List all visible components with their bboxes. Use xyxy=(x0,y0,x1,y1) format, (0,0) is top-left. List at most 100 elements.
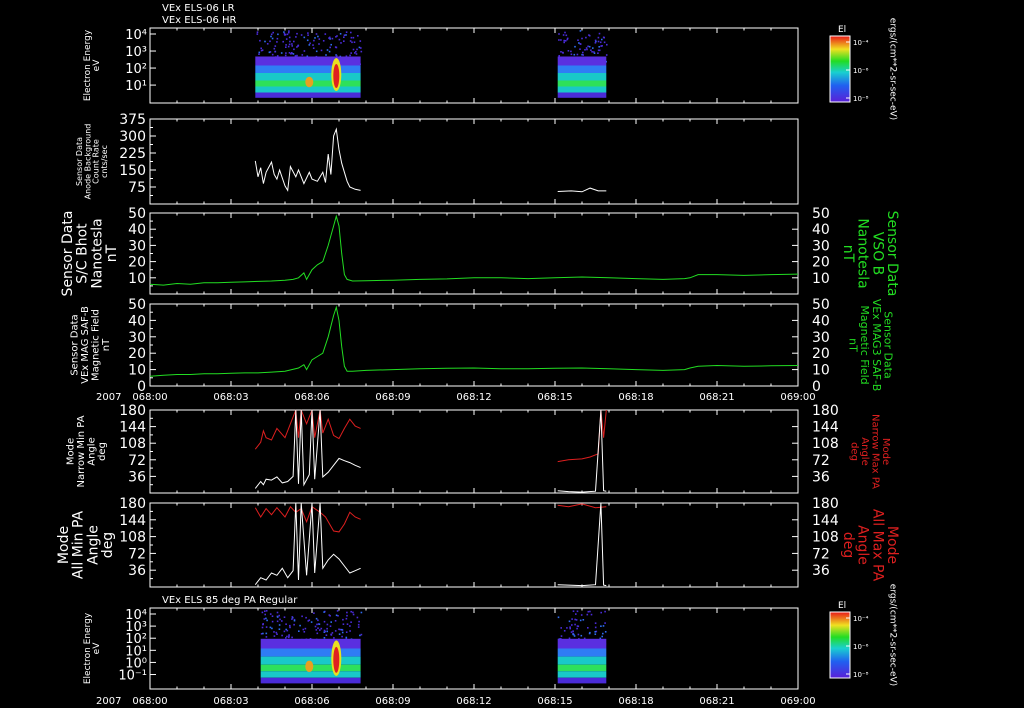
els_spectrogram_85-speckle xyxy=(315,617,318,620)
els_spectrogram_85-speckle xyxy=(262,623,264,625)
els_spectrogram-speckle xyxy=(352,36,355,39)
colorbar-unit-1-line: ergs/(cm**2-sr-sec-eV) xyxy=(888,584,898,686)
count_rate-ytick-label: 300 xyxy=(119,129,146,145)
els_spectrogram-speckle xyxy=(271,37,274,40)
bmag_vso-right-label-line: Sensor Data xyxy=(884,211,900,297)
els_spectrogram_85-speckle xyxy=(571,624,573,626)
els_spectrogram-speckle xyxy=(312,47,315,49)
els_spectrogram-speckle xyxy=(292,53,295,55)
els_spectrogram-speckle xyxy=(561,51,564,54)
time-tick-label-bottom: 068:15 xyxy=(537,696,572,707)
els_spectrogram-speckle xyxy=(272,31,274,34)
bmag_vso-right-label-line: nT xyxy=(840,245,856,263)
els_spectrogram_85-speckle xyxy=(360,611,363,614)
time-tick-label-mid: 068:06 xyxy=(294,392,329,403)
els_spectrogram_85-speckle xyxy=(278,614,280,617)
els_spectrogram_85-speckle xyxy=(352,613,355,616)
els_spectrogram_85-speckle xyxy=(334,630,337,632)
pa_narrow-right-label-line: deg xyxy=(848,442,859,461)
els_spectrogram_85-speckle xyxy=(265,632,268,635)
els_spectrogram_85-speckle xyxy=(600,611,602,614)
els_spectrogram-speckle xyxy=(356,48,358,51)
els_spectrogram-speckle xyxy=(565,34,568,37)
els_spectrogram-ytick-label: 10¹ xyxy=(125,79,147,94)
els_spectrogram_85-ytick-label: 10⁻¹ xyxy=(118,669,147,684)
els_spectrogram-speckle xyxy=(602,36,605,39)
els_spectrogram-band-4 xyxy=(557,86,607,93)
els_spectrogram-speckle xyxy=(564,40,567,42)
els_spectrogram-speckle xyxy=(594,42,597,44)
time-tick-label-mid: 068:18 xyxy=(618,392,653,403)
els_spectrogram-speckle xyxy=(577,39,579,41)
pa_narrow-ytick-label-right: 108 xyxy=(812,436,839,452)
els_spectrogram-hot-spot xyxy=(305,76,314,88)
time-tick-label-mid: 068:09 xyxy=(375,392,410,403)
els_spectrogram_85-speckle xyxy=(573,635,576,637)
els_spectrogram-band-5 xyxy=(255,92,361,98)
els_spectrogram_85-speckle xyxy=(339,628,342,631)
els_spectrogram_85-speckle xyxy=(560,627,562,629)
els_spectrogram-ytick-label: 10³ xyxy=(125,45,147,60)
els_spectrogram_85-speckle xyxy=(576,610,579,613)
els_spectrogram-speckle xyxy=(273,47,276,50)
bmag_saf-ytick-label: 40 xyxy=(128,313,146,329)
colorbar-tick-label: 10⁻⁶ xyxy=(853,67,869,75)
pa_all-right-label-line: Angle xyxy=(855,525,871,565)
els_spectrogram_85-speckle xyxy=(594,622,597,624)
els_spectrogram_85-speckle xyxy=(278,624,281,626)
els_spectrogram-speckle xyxy=(560,39,562,41)
els_spectrogram_85-speckle xyxy=(601,635,603,638)
els_spectrogram_85-speckle xyxy=(582,619,585,621)
els_spectrogram-speckle xyxy=(320,49,323,52)
els_spectrogram_85-speckle xyxy=(275,631,278,634)
time-tick-label-bottom: 068:03 xyxy=(213,696,248,707)
els_spectrogram_85-speckle xyxy=(572,633,574,636)
pa_narrow-ylabel-line: Angle xyxy=(86,437,97,465)
els_spectrogram-speckle xyxy=(256,31,259,33)
els_spectrogram-speckle xyxy=(597,36,600,39)
els_spectrogram_85-speckle xyxy=(304,627,307,630)
time-tick-label-bottom: 068:12 xyxy=(456,696,491,707)
colorbar-1 xyxy=(829,611,851,679)
els_spectrogram_85-speckle xyxy=(589,631,591,634)
bmag_saf-ytick-label: 30 xyxy=(128,330,146,346)
els_spectrogram-speckle xyxy=(285,38,288,40)
els_spectrogram_85-speckle xyxy=(262,632,264,635)
pa_all-ytick-label: 180 xyxy=(119,496,146,512)
els_spectrogram-speckle xyxy=(303,36,306,39)
els_spectrogram_85-speckle xyxy=(326,627,328,630)
els_spectrogram-speckle xyxy=(573,53,576,56)
pa_all-ytick-label: 36 xyxy=(128,563,146,579)
pa_narrow-ytick-label-right: 144 xyxy=(812,420,839,436)
bmag_saf-ytick-label-right: 20 xyxy=(812,346,830,362)
els_spectrogram-speckle xyxy=(328,37,330,39)
els_spectrogram_85-peak-red xyxy=(333,646,340,673)
pa_all-right-label-line: Mode xyxy=(884,526,900,564)
els_spectrogram_85-speckle xyxy=(341,635,343,638)
els_spectrogram_85-speckle xyxy=(313,612,315,614)
els_spectrogram_85-speckle xyxy=(303,631,306,633)
els_spectrogram_85-speckle xyxy=(579,619,582,622)
els_spectrogram_85-speckle xyxy=(338,633,341,635)
els_spectrogram_85-speckle xyxy=(323,637,326,639)
pa_narrow-ytick-label: 108 xyxy=(119,436,146,452)
els_spectrogram-speckle xyxy=(283,31,285,33)
els_spectrogram_85-speckle xyxy=(265,610,268,612)
els_spectrogram_85-speckle xyxy=(594,633,597,635)
els_spectrogram_85-speckle xyxy=(302,628,305,631)
els_spectrogram_85-speckle xyxy=(560,635,563,637)
els_spectrogram_85-speckle xyxy=(325,634,328,636)
els_spectrogram-speckle xyxy=(558,55,560,57)
els_spectrogram_85-band-1 xyxy=(557,648,607,657)
time-tick-label-bottom: 068:09 xyxy=(375,696,410,707)
els_spectrogram_85-speckle xyxy=(318,623,321,625)
els_spectrogram-speckle xyxy=(283,34,286,36)
els_spectrogram-speckle xyxy=(335,46,338,49)
els_spectrogram-speckle xyxy=(276,41,278,43)
els_spectrogram-speckle xyxy=(293,48,295,51)
pa_all-ytick-label-right: 108 xyxy=(812,530,839,546)
els_spectrogram_85-speckle xyxy=(360,633,363,636)
els_spectrogram-speckle xyxy=(597,52,599,54)
els_spectrogram-peak-red xyxy=(333,64,340,88)
els_spectrogram_85-ylabel-line: eV xyxy=(92,642,102,655)
